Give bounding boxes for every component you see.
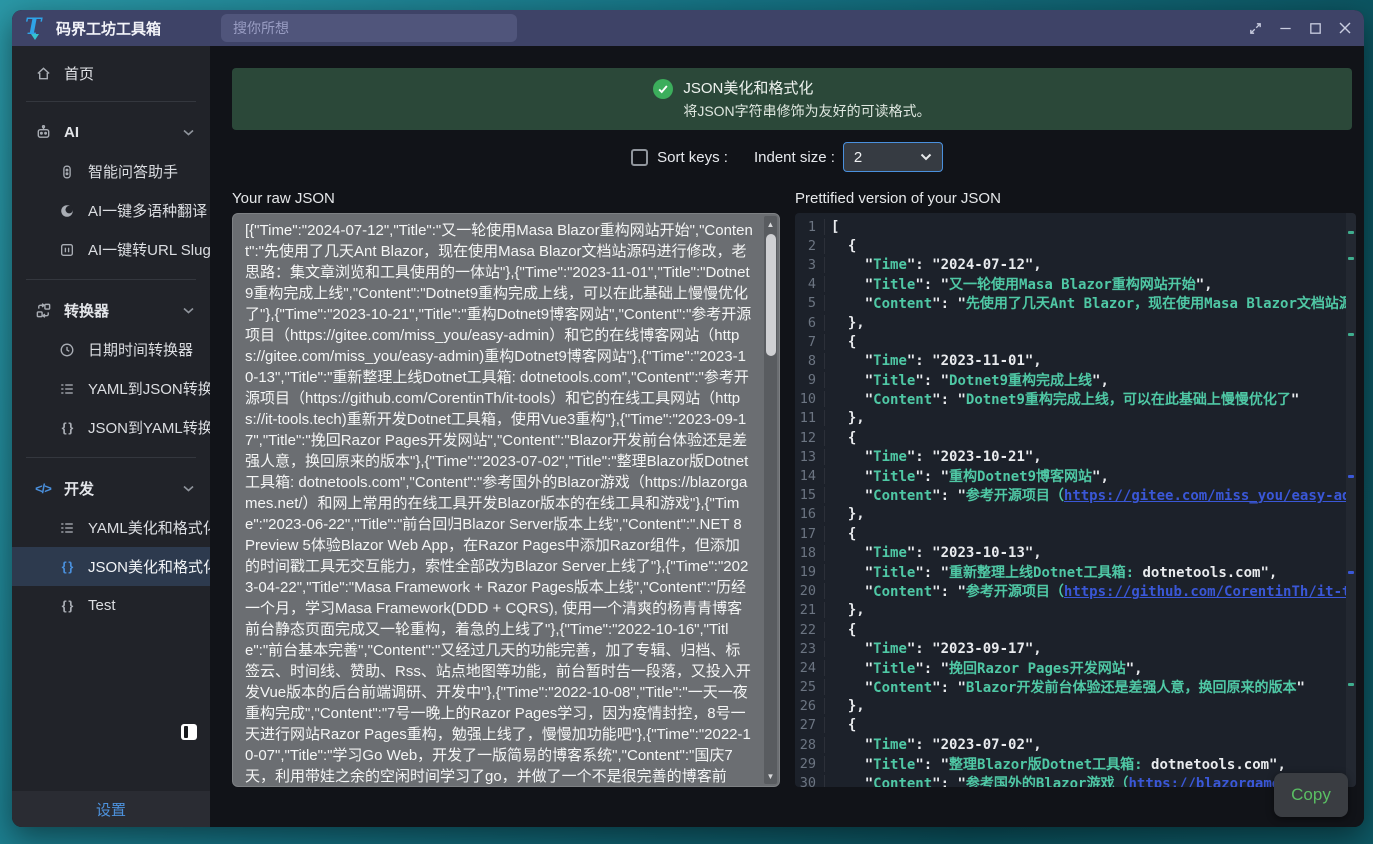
sidebar-item-yaml-to-json[interactable]: YAML到JSON转换 xyxy=(12,369,210,408)
check-circle-icon xyxy=(653,79,673,99)
divider xyxy=(26,101,196,102)
sidebar-item-label: JSON到YAML转换 xyxy=(88,417,210,438)
sidebar: 首页 AI 智能问答助手 xyxy=(12,46,210,827)
main-area: JSON美化和格式化 将JSON字符串修饰为友好的可读格式。 Sort keys… xyxy=(210,46,1364,827)
search-input[interactable] xyxy=(221,14,517,42)
tool-title: JSON美化和格式化 xyxy=(683,77,930,98)
maximize-button[interactable] xyxy=(1300,13,1330,43)
divider xyxy=(26,279,196,280)
code-lines: 1[2 {3 "Time": "2024-07-12",4 "Title": "… xyxy=(795,213,1346,787)
app-window: T 码界工坊工具箱 首页 xyxy=(12,10,1364,827)
sidebar-item-ai-url-slug[interactable]: AI一键转URL Slug xyxy=(12,230,210,269)
tool-subtitle: 将JSON字符串修饰为友好的可读格式。 xyxy=(683,101,930,121)
converter-icon xyxy=(34,301,52,319)
chevron-down-icon xyxy=(920,153,932,161)
divider xyxy=(26,457,196,458)
indent-size-value: 2 xyxy=(854,149,862,166)
overview-mark xyxy=(1348,475,1354,478)
braces-icon: { } xyxy=(58,597,76,615)
chevron-down-icon xyxy=(183,301,194,319)
sidebar-item-json-to-yaml[interactable]: { } JSON到YAML转换 xyxy=(12,408,210,447)
success-banner: JSON美化和格式化 将JSON字符串修饰为友好的可读格式。 xyxy=(232,68,1352,130)
sidebar-item-ai-translate[interactable]: AI一键多语种翻译 xyxy=(12,191,210,230)
scrollbar-thumb[interactable] xyxy=(766,234,776,356)
app-title: 码界工坊工具箱 xyxy=(56,18,161,39)
sort-keys-label: Sort keys : xyxy=(657,149,728,166)
sidebar-group-label: 转换器 xyxy=(64,300,109,321)
sidebar-item-label: Test xyxy=(88,597,116,614)
slug-icon xyxy=(58,241,76,259)
app-logo-icon: T xyxy=(22,15,48,41)
sidebar-item-datetime-converter[interactable]: 日期时间转换器 xyxy=(12,330,210,369)
overview-mark xyxy=(1348,571,1354,574)
assistant-icon xyxy=(58,163,76,181)
translate-icon xyxy=(58,202,76,220)
overview-mark xyxy=(1348,231,1354,234)
expand-icon[interactable] xyxy=(1240,13,1270,43)
sidebar-group-label: 开发 xyxy=(64,478,94,499)
raw-json-label: Your raw JSON xyxy=(232,190,780,207)
sidebar-group-ai[interactable]: AI xyxy=(12,112,210,152)
code-scrollbar[interactable] xyxy=(1346,213,1356,787)
indent-size-label: Indent size : xyxy=(754,149,835,166)
sidebar-group-dev[interactable]: </> 开发 xyxy=(12,468,210,508)
sidebar-item-label: JSON美化和格式化 xyxy=(88,556,210,577)
scroll-down-icon[interactable]: ▼ xyxy=(764,769,777,783)
braces-icon: { } xyxy=(58,558,76,576)
raw-scrollbar[interactable]: ▲ ▼ xyxy=(764,216,777,784)
clock-icon xyxy=(58,341,76,359)
settings-bar: 设置 xyxy=(12,791,210,827)
sidebar-item-label: AI一键转URL Slug xyxy=(88,239,210,260)
sidebar-item-label: YAML到JSON转换 xyxy=(88,378,210,399)
indent-size-select[interactable]: 2 xyxy=(843,142,943,172)
sidebar-item-label: 日期时间转换器 xyxy=(88,339,193,360)
options-row: Sort keys : Indent size : 2 xyxy=(210,142,1364,172)
pretty-json-label: Prettified version of your JSON xyxy=(795,190,1001,207)
window-controls xyxy=(1240,13,1364,43)
home-icon xyxy=(34,64,52,82)
braces-icon: { } xyxy=(58,419,76,437)
overview-mark xyxy=(1348,333,1354,336)
sidebar-item-test[interactable]: { } Test xyxy=(12,586,210,625)
code-icon: </> xyxy=(34,479,52,497)
sort-keys-checkbox[interactable] xyxy=(631,149,648,166)
sidebar-group-converters[interactable]: 转换器 xyxy=(12,290,210,330)
scroll-up-icon[interactable]: ▲ xyxy=(764,217,777,231)
sidebar-collapse-icon[interactable] xyxy=(181,724,197,740)
close-button[interactable] xyxy=(1330,13,1360,43)
chevron-down-icon xyxy=(183,123,194,141)
raw-json-panel: [{"Time":"2024-07-12","Title":"又一轮使用Masa… xyxy=(232,213,780,787)
sidebar-item-home[interactable]: 首页 xyxy=(12,55,210,91)
chevron-down-icon xyxy=(183,479,194,497)
minimize-button[interactable] xyxy=(1270,13,1300,43)
sidebar-item-json-prettify[interactable]: { } JSON美化和格式化 xyxy=(12,547,210,586)
raw-json-input[interactable]: [{"Time":"2024-07-12","Title":"又一轮使用Masa… xyxy=(233,214,779,786)
sidebar-item-yaml-prettify[interactable]: YAML美化和格式化 xyxy=(12,508,210,547)
list-icon xyxy=(58,380,76,398)
robot-icon xyxy=(34,123,52,141)
sidebar-group-label: AI xyxy=(64,124,79,141)
sidebar-item-ai-qa[interactable]: 智能问答助手 xyxy=(12,152,210,191)
overview-mark xyxy=(1348,257,1354,260)
titlebar: T 码界工坊工具箱 xyxy=(12,10,1364,46)
pretty-json-panel: 1[2 {3 "Time": "2024-07-12",4 "Title": "… xyxy=(795,213,1356,787)
sidebar-item-label: 智能问答助手 xyxy=(88,161,178,182)
settings-link[interactable]: 设置 xyxy=(96,799,126,820)
copy-button[interactable]: Copy xyxy=(1274,773,1348,817)
sidebar-item-label: YAML美化和格式化 xyxy=(88,517,210,538)
overview-mark xyxy=(1348,683,1354,686)
sidebar-item-label: AI一键多语种翻译 xyxy=(88,200,207,221)
sidebar-item-label: 首页 xyxy=(64,63,94,84)
list-icon xyxy=(58,519,76,537)
